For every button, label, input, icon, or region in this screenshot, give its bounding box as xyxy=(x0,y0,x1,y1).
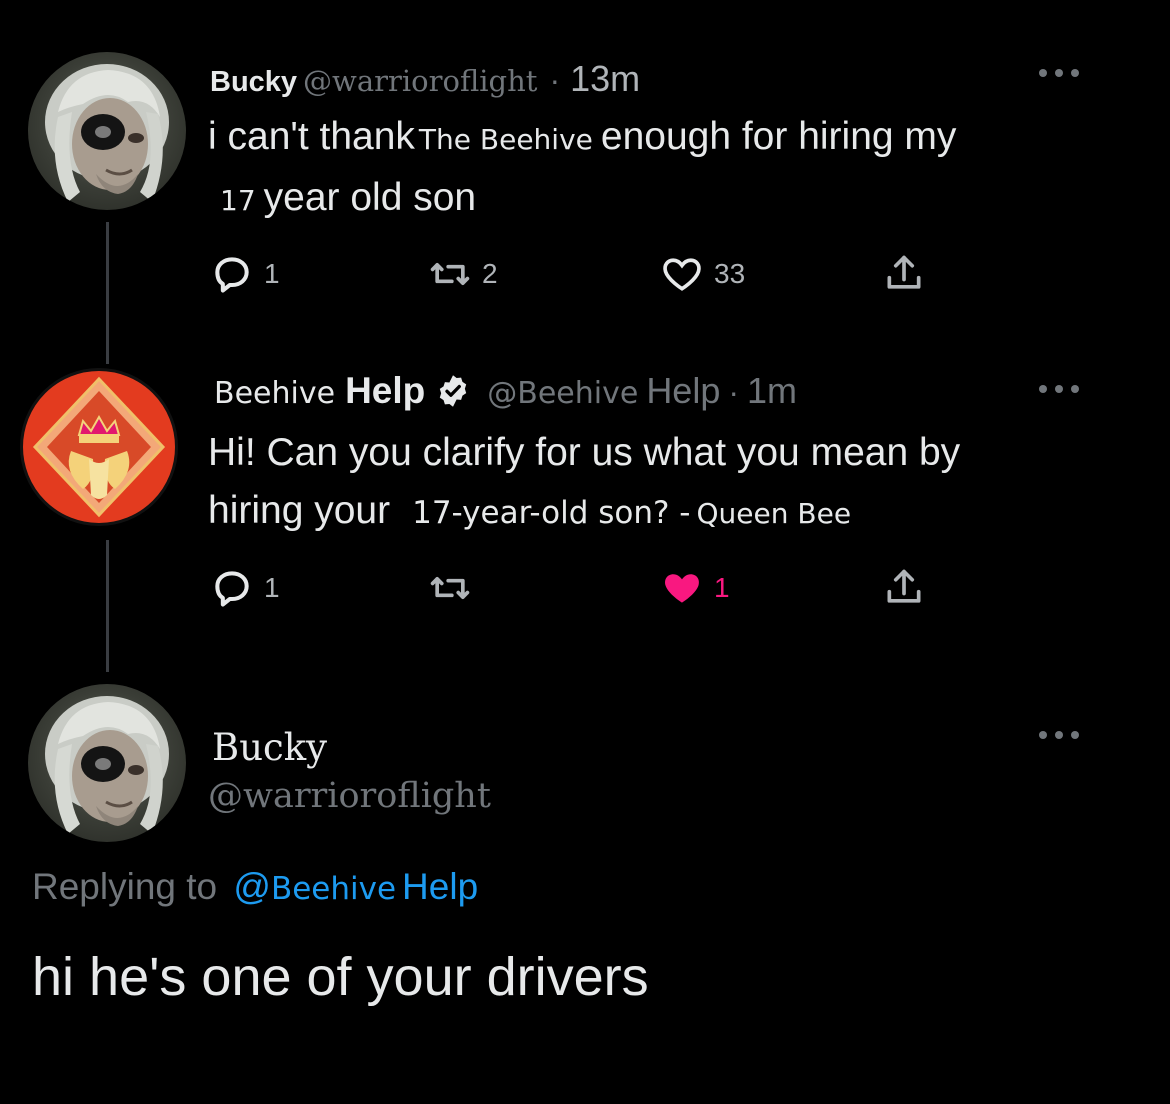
display-name-part[interactable]: Help xyxy=(345,370,425,412)
tweet-2-header: Beehive Help @Beehive Help · 1m xyxy=(214,370,797,412)
more-icon[interactable] xyxy=(1036,66,1082,80)
share-button[interactable] xyxy=(882,566,926,610)
tweet-text-part: enough for hiring my xyxy=(600,115,957,158)
tweet-text-insert: 17 xyxy=(220,184,256,217)
timestamp[interactable]: 1m xyxy=(747,370,797,412)
retweet-button[interactable]: 2 xyxy=(428,252,498,296)
retweet-count: 2 xyxy=(482,258,498,289)
tweet-1-header: Bucky @warrioroflight · 13m xyxy=(210,58,640,100)
share-icon xyxy=(887,569,921,603)
reply-button[interactable]: 1 xyxy=(210,566,280,610)
tweet-text-part: hiring your xyxy=(208,489,391,532)
mention-part[interactable]: Help xyxy=(402,866,478,907)
verified-badge-icon xyxy=(440,375,467,407)
tweet-1-actions: 1 2 33 xyxy=(210,252,940,296)
display-name[interactable]: Bucky xyxy=(210,66,297,99)
tweet-text-part: year old son xyxy=(263,176,477,219)
avatar[interactable] xyxy=(28,684,186,842)
more-icon[interactable] xyxy=(1036,382,1082,396)
separator: · xyxy=(549,62,561,98)
tweet-2-text: Hi! Can you clarify for us what you mean… xyxy=(208,424,1128,543)
avatar[interactable] xyxy=(20,368,178,526)
replying-to: Replying to @Beehive Help xyxy=(32,866,478,908)
reply-count: 1 xyxy=(264,572,280,603)
handle[interactable]: @warrioroflight xyxy=(303,64,537,98)
avatar[interactable] xyxy=(28,52,186,210)
replying-to-label: Replying to xyxy=(32,866,218,907)
tweet-text-part: i can't thank xyxy=(208,115,415,158)
tweet-1-text: i can't thank The Beehive enough for hirin… xyxy=(208,108,1108,230)
reply-icon xyxy=(215,571,249,607)
more-icon[interactable] xyxy=(1036,728,1082,742)
tweet-text-part: Hi! Can you clarify for us what you mean… xyxy=(208,431,961,474)
heart-icon xyxy=(665,574,699,603)
share-button[interactable] xyxy=(882,252,926,296)
timestamp[interactable]: 13m xyxy=(570,58,640,100)
beehive-logo-icon xyxy=(32,376,166,518)
handle-part[interactable]: @Beehive xyxy=(487,376,638,411)
handle-part[interactable]: Help xyxy=(646,370,720,412)
mention-at[interactable]: @ xyxy=(233,866,271,907)
retweet-icon xyxy=(430,263,470,285)
like-button[interactable]: 33 xyxy=(660,252,745,296)
thread-line-1 xyxy=(106,222,109,364)
share-icon xyxy=(887,255,921,289)
tweet-3-text: hi he's one of your drivers xyxy=(32,947,649,1007)
reply-icon xyxy=(215,257,249,293)
heart-icon xyxy=(663,258,701,291)
separator: · xyxy=(728,374,740,410)
avatar-bucky-image xyxy=(45,64,169,202)
like-count: 1 xyxy=(714,572,730,603)
tweet-2-actions: 1 1 xyxy=(210,566,940,610)
display-name[interactable]: Bucky xyxy=(212,726,327,769)
thread-line-2 xyxy=(106,540,109,672)
retweet-button[interactable] xyxy=(428,566,482,610)
tweet-text-insert: 17-year-old son? - xyxy=(412,495,691,531)
tweet-text-insert: Queen Bee xyxy=(696,497,852,530)
display-name-part[interactable]: Beehive xyxy=(214,376,335,411)
like-count: 33 xyxy=(714,258,746,289)
reply-count: 1 xyxy=(264,258,280,289)
like-button[interactable]: 1 xyxy=(660,566,730,610)
retweet-icon xyxy=(430,577,470,599)
reply-button[interactable]: 1 xyxy=(210,252,280,296)
tweet-text-insert: The Beehive xyxy=(418,123,593,156)
mention-part[interactable]: Beehive xyxy=(271,871,396,907)
handle[interactable]: @warrioroflight xyxy=(208,776,491,816)
tweet-thread: Bucky @warrioroflight · 13m i can't than… xyxy=(0,0,1170,1104)
avatar-bucky-image xyxy=(45,696,169,834)
